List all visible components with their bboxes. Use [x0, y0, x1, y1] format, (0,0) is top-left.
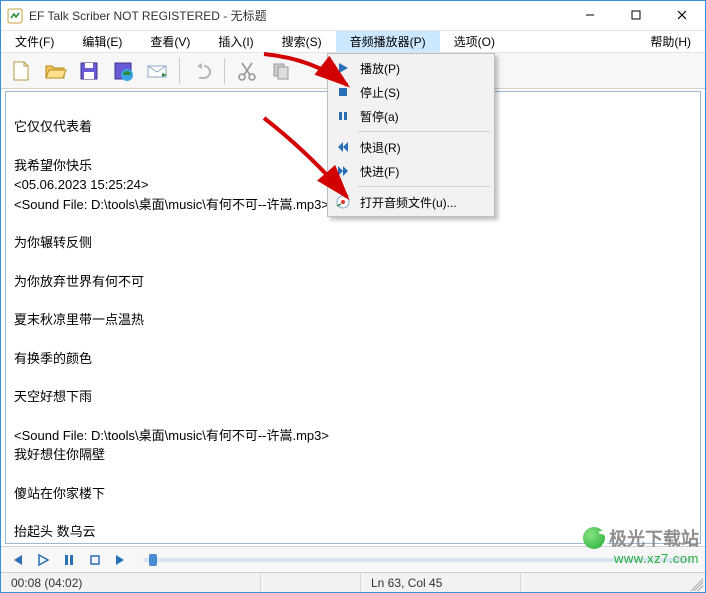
- editor-line[interactable]: 夏末秋凉里带一点温热: [14, 310, 692, 330]
- skip-end-button[interactable]: [111, 550, 131, 570]
- status-time: 00:08 (04:02): [1, 573, 261, 592]
- menu-view[interactable]: 查看(V): [136, 31, 204, 52]
- skip-start-button[interactable]: [7, 550, 27, 570]
- editor-line[interactable]: [14, 407, 692, 426]
- window-title: EF Talk Scriber NOT REGISTERED - 无标题: [29, 7, 567, 24]
- menu-item-stop[interactable]: 停止(S): [330, 80, 492, 104]
- editor-line[interactable]: 为你辗转反侧: [14, 233, 692, 253]
- forward-icon: [334, 162, 352, 180]
- menu-item-label: 快进(F): [360, 163, 399, 180]
- close-button[interactable]: [659, 1, 705, 29]
- toolbar-copy[interactable]: [265, 56, 297, 86]
- toolbar-undo[interactable]: [186, 56, 218, 86]
- maximize-button[interactable]: [613, 1, 659, 29]
- menu-insert[interactable]: 插入(I): [204, 31, 267, 52]
- menu-item-open-audio[interactable]: 打开音频文件(u)...: [330, 190, 492, 214]
- editor-line[interactable]: [14, 330, 692, 349]
- editor-line[interactable]: [14, 253, 692, 272]
- editor-line[interactable]: [14, 465, 692, 484]
- menu-item-label: 打开音频文件(u)...: [360, 194, 457, 211]
- editor-line[interactable]: [14, 291, 692, 310]
- statusbar: 00:08 (04:02) Ln 63, Col 45: [1, 572, 705, 592]
- menubar: 文件(F) 编辑(E) 查看(V) 插入(I) 搜索(S) 音频播放器(P) 选…: [1, 31, 705, 53]
- toolbar-save[interactable]: [73, 56, 105, 86]
- menu-item-pause[interactable]: 暂停(a): [330, 104, 492, 128]
- menu-item-label: 暂停(a): [360, 108, 399, 125]
- editor-line[interactable]: 有换季的颜色: [14, 349, 692, 369]
- stop-icon: [334, 83, 352, 101]
- progress-thumb[interactable]: [149, 554, 157, 566]
- menu-file[interactable]: 文件(F): [1, 31, 68, 52]
- editor-line[interactable]: 为你放弃世界有何不可: [14, 272, 692, 292]
- menu-item-label: 停止(S): [360, 84, 400, 101]
- menu-edit[interactable]: 编辑(E): [68, 31, 136, 52]
- editor-line[interactable]: 傻站在你家楼下: [14, 484, 692, 504]
- editor-line[interactable]: [14, 542, 692, 544]
- toolbar-new[interactable]: [5, 56, 37, 86]
- menu-options[interactable]: 选项(O): [440, 31, 509, 52]
- menu-separator: [358, 131, 490, 132]
- editor-line[interactable]: [14, 368, 692, 387]
- menu-item-forward[interactable]: 快进(F): [330, 159, 492, 183]
- stop-button[interactable]: [85, 550, 105, 570]
- toolbar-separator: [224, 58, 225, 84]
- editor-line[interactable]: <Sound File: D:\tools\桌面\music\有何不可--许嵩.…: [14, 426, 692, 446]
- titlebar: EF Talk Scriber NOT REGISTERED - 无标题: [1, 1, 705, 31]
- minimize-button[interactable]: [567, 1, 613, 29]
- window-controls: [567, 1, 705, 30]
- menu-audio-dropdown: 播放(P) 停止(S) 暂停(a) 快退(R) 快进(F) 打开音频文件(u).…: [327, 53, 495, 217]
- menu-help[interactable]: 帮助(H): [636, 31, 705, 52]
- editor-line[interactable]: [14, 503, 692, 522]
- menu-search[interactable]: 搜索(S): [268, 31, 336, 52]
- editor-line[interactable]: 我好想住你隔壁: [14, 445, 692, 465]
- toolbar-mail[interactable]: [141, 56, 173, 86]
- open-audio-icon: [334, 193, 352, 211]
- status-position: Ln 63, Col 45: [361, 573, 521, 592]
- play-icon: [334, 59, 352, 77]
- progress-slider[interactable]: [143, 558, 693, 562]
- menu-item-label: 播放(P): [360, 60, 400, 77]
- editor-line[interactable]: 抬起头 数乌云: [14, 522, 692, 542]
- status-empty: [261, 573, 361, 592]
- menu-item-label: 快退(R): [360, 139, 401, 156]
- editor-line[interactable]: 天空好想下雨: [14, 387, 692, 407]
- toolbar-cut[interactable]: [231, 56, 263, 86]
- playback-bar: [1, 546, 705, 572]
- play-button[interactable]: [33, 550, 53, 570]
- menu-separator: [358, 186, 490, 187]
- menu-item-rewind[interactable]: 快退(R): [330, 135, 492, 159]
- rewind-icon: [334, 138, 352, 156]
- toolbar-open[interactable]: [39, 56, 71, 86]
- menu-item-play[interactable]: 播放(P): [330, 56, 492, 80]
- menu-audio[interactable]: 音频播放器(P): [336, 31, 440, 52]
- resize-grip[interactable]: [687, 575, 703, 591]
- pause-icon: [334, 107, 352, 125]
- app-icon: [7, 8, 23, 24]
- pause-button[interactable]: [59, 550, 79, 570]
- toolbar-save-world[interactable]: [107, 56, 139, 86]
- toolbar-separator: [179, 58, 180, 84]
